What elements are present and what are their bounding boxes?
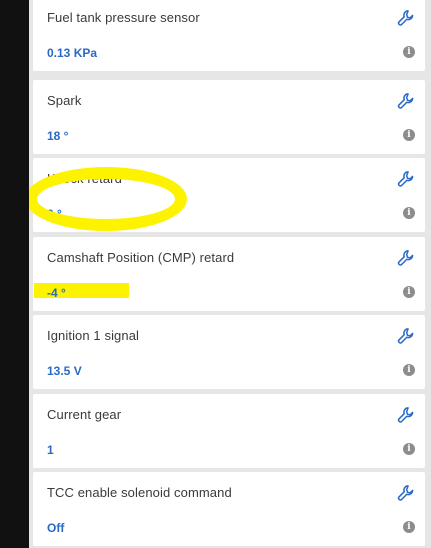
parameter-list: Fuel tank pressure sensor 0.13 KPa i Spa…: [29, 0, 431, 548]
wrench-icon[interactable]: [396, 91, 416, 111]
parameter-value: -4 °: [47, 286, 66, 300]
parameter-card: Camshaft Position (CMP) retard -4 ° i: [33, 237, 425, 311]
parameter-value: 13.5 V: [47, 364, 82, 378]
parameter-card: TCC enable solenoid command Off i: [33, 472, 425, 546]
parameter-value: 0 °: [47, 207, 62, 221]
info-icon[interactable]: i: [403, 129, 415, 141]
parameter-name: Knock retard: [47, 171, 122, 186]
wrench-icon[interactable]: [396, 169, 416, 189]
parameter-card: Current gear 1 i: [33, 394, 425, 468]
parameter-card: Knock retard 0 ° i: [33, 158, 425, 232]
parameter-value: 0.13 KPa: [47, 46, 98, 60]
info-icon[interactable]: i: [403, 286, 415, 298]
wrench-icon[interactable]: [396, 8, 416, 28]
parameter-name: Current gear: [47, 407, 122, 422]
parameter-value: Off: [47, 521, 65, 535]
info-icon[interactable]: i: [403, 521, 415, 533]
info-icon[interactable]: i: [403, 364, 415, 376]
parameter-card: Fuel tank pressure sensor 0.13 KPa i: [33, 0, 425, 71]
wrench-icon[interactable]: [396, 326, 416, 346]
info-icon[interactable]: i: [403, 443, 415, 455]
parameter-value: 1: [47, 443, 54, 457]
info-icon[interactable]: i: [403, 207, 415, 219]
info-icon[interactable]: i: [403, 46, 415, 58]
wrench-icon[interactable]: [396, 248, 416, 268]
wrench-icon[interactable]: [396, 483, 416, 503]
parameter-list-screen: Fuel tank pressure sensor 0.13 KPa i Spa…: [29, 0, 431, 548]
parameter-name: Camshaft Position (CMP) retard: [47, 250, 235, 265]
parameter-name: Spark: [47, 93, 82, 108]
parameter-name: TCC enable solenoid command: [47, 485, 232, 500]
parameter-name: Ignition 1 signal: [47, 328, 140, 343]
parameter-card: Ignition 1 signal 13.5 V i: [33, 315, 425, 389]
parameter-card: Spark 18 ° i: [33, 80, 425, 154]
parameter-name: Fuel tank pressure sensor: [47, 10, 200, 25]
wrench-icon[interactable]: [396, 405, 416, 425]
parameter-value: 18 °: [47, 129, 69, 143]
